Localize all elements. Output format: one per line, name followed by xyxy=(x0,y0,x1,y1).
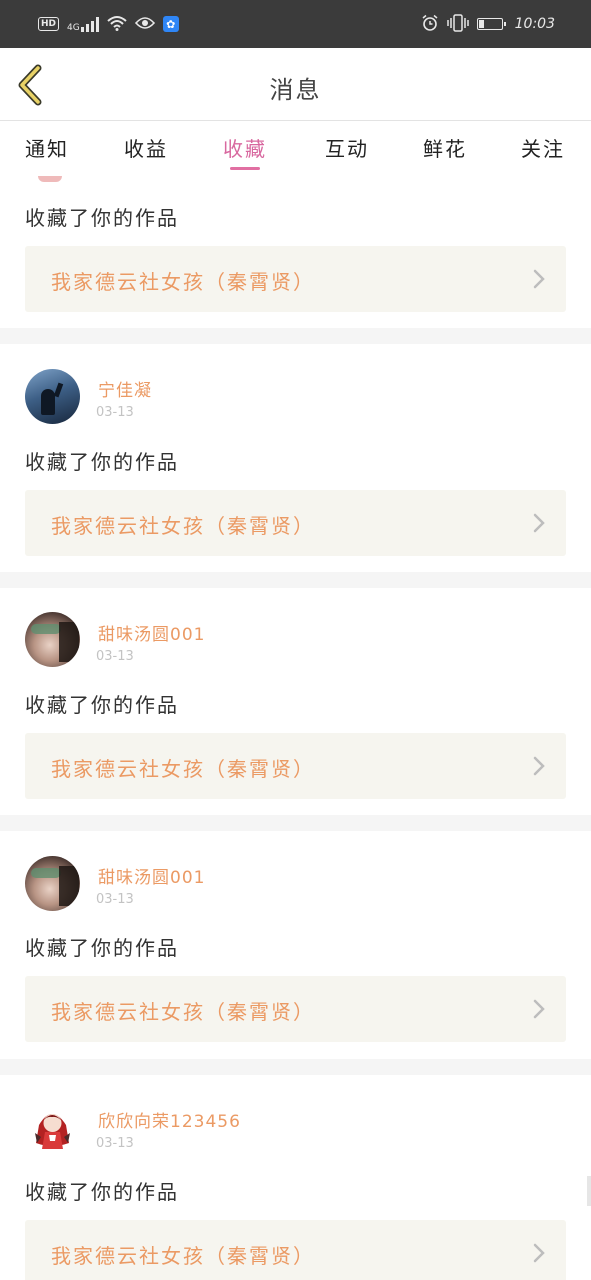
tab-earnings[interactable]: 收益 xyxy=(124,133,168,162)
baidu-paw-icon: ✿ xyxy=(162,16,179,32)
hd-icon: HD xyxy=(38,17,60,31)
action-text: 收藏了你的作品 xyxy=(25,936,179,960)
wifi-icon xyxy=(107,15,127,34)
work-link[interactable]: 我家德云社女孩（秦霄贤） xyxy=(25,490,566,556)
divider xyxy=(0,815,591,831)
list-item: 欣欣向荣123456 03-13 收藏了你的作品 我家德云社女孩（秦霄贤） xyxy=(0,1075,591,1280)
active-tab-indicator xyxy=(230,167,260,170)
anime-girl-avatar xyxy=(35,1114,70,1149)
tab-bar: 通知 收益 收藏 互动 鲜花 关注 xyxy=(0,121,591,176)
list-item: 甜味汤圆001 03-13 收藏了你的作品 我家德云社女孩（秦霄贤） xyxy=(0,831,591,1059)
work-link[interactable]: 我家德云社女孩（秦霄贤） xyxy=(25,976,566,1042)
work-link[interactable]: 我家德云社女孩（秦霄贤） xyxy=(25,246,566,312)
tab-follows[interactable]: 关注 xyxy=(521,133,565,162)
list-item: 宁佳凝 03-13 收藏了你的作品 我家德云社女孩（秦霄贤） xyxy=(0,344,591,572)
work-link[interactable]: 我家德云社女孩（秦霄贤） xyxy=(25,1220,566,1280)
action-text: 收藏了你的作品 xyxy=(25,693,179,717)
status-bar: HD 4G ✿ 10:03 xyxy=(0,0,591,48)
divider xyxy=(0,328,591,344)
timestamp: 03-13 xyxy=(96,1136,134,1151)
timestamp: 03-13 xyxy=(96,892,134,907)
work-title: 我家德云社女孩（秦霄贤） xyxy=(51,757,315,781)
chevron-right-icon xyxy=(533,756,545,776)
work-link[interactable]: 我家德云社女孩（秦霄贤） xyxy=(25,733,566,799)
username[interactable]: 甜味汤圆001 xyxy=(98,863,205,888)
list-item: 收藏了你的作品 我家德云社女孩（秦霄贤） xyxy=(0,176,591,328)
network-type: 4G xyxy=(67,23,80,33)
timestamp: 03-13 xyxy=(96,405,134,420)
chevron-right-icon xyxy=(533,269,545,289)
scrollbar[interactable] xyxy=(587,1176,591,1206)
timestamp: 03-13 xyxy=(96,649,134,664)
status-right: 10:03 xyxy=(421,13,555,35)
signal-icon: 4G xyxy=(67,16,99,33)
avatar[interactable] xyxy=(25,612,80,667)
work-title: 我家德云社女孩（秦霄贤） xyxy=(51,514,315,538)
clock: 10:03 xyxy=(514,16,555,32)
avatar[interactable] xyxy=(25,1099,80,1154)
username[interactable]: 宁佳凝 xyxy=(98,376,152,401)
vibrate-icon xyxy=(446,13,469,35)
chevron-right-icon xyxy=(533,999,545,1019)
tab-notifications[interactable]: 通知 xyxy=(25,133,69,162)
alarm-icon xyxy=(421,14,439,35)
work-title: 我家德云社女孩（秦霄贤） xyxy=(51,270,315,294)
action-text: 收藏了你的作品 xyxy=(25,450,179,474)
eye-icon xyxy=(134,16,155,33)
username[interactable]: 甜味汤圆001 xyxy=(98,620,205,645)
work-title: 我家德云社女孩（秦霄贤） xyxy=(51,1244,315,1268)
tab-interactions[interactable]: 互动 xyxy=(325,133,369,162)
chevron-right-icon xyxy=(533,1243,545,1263)
avatar[interactable] xyxy=(25,369,80,424)
status-left: HD 4G ✿ xyxy=(38,15,179,34)
work-title: 我家德云社女孩（秦霄贤） xyxy=(51,1000,315,1024)
avatar xyxy=(38,176,62,182)
list-item: 甜味汤圆001 03-13 收藏了你的作品 我家德云社女孩（秦霄贤） xyxy=(0,588,591,815)
favorites-feed[interactable]: 收藏了你的作品 我家德云社女孩（秦霄贤） 宁佳凝 03-13 收藏了你的作品 我… xyxy=(0,176,591,1280)
username[interactable]: 欣欣向荣123456 xyxy=(98,1107,241,1132)
header: 消息 xyxy=(0,48,591,121)
divider xyxy=(0,572,591,588)
tab-favorites[interactable]: 收藏 xyxy=(223,133,267,162)
battery-charging-icon xyxy=(476,18,506,30)
chevron-right-icon xyxy=(533,513,545,533)
page-title: 消息 xyxy=(269,76,322,104)
action-text: 收藏了你的作品 xyxy=(25,206,179,230)
tab-flowers[interactable]: 鲜花 xyxy=(423,133,467,162)
divider xyxy=(0,1059,591,1075)
avatar[interactable] xyxy=(25,856,80,911)
action-text: 收藏了你的作品 xyxy=(25,1180,179,1204)
